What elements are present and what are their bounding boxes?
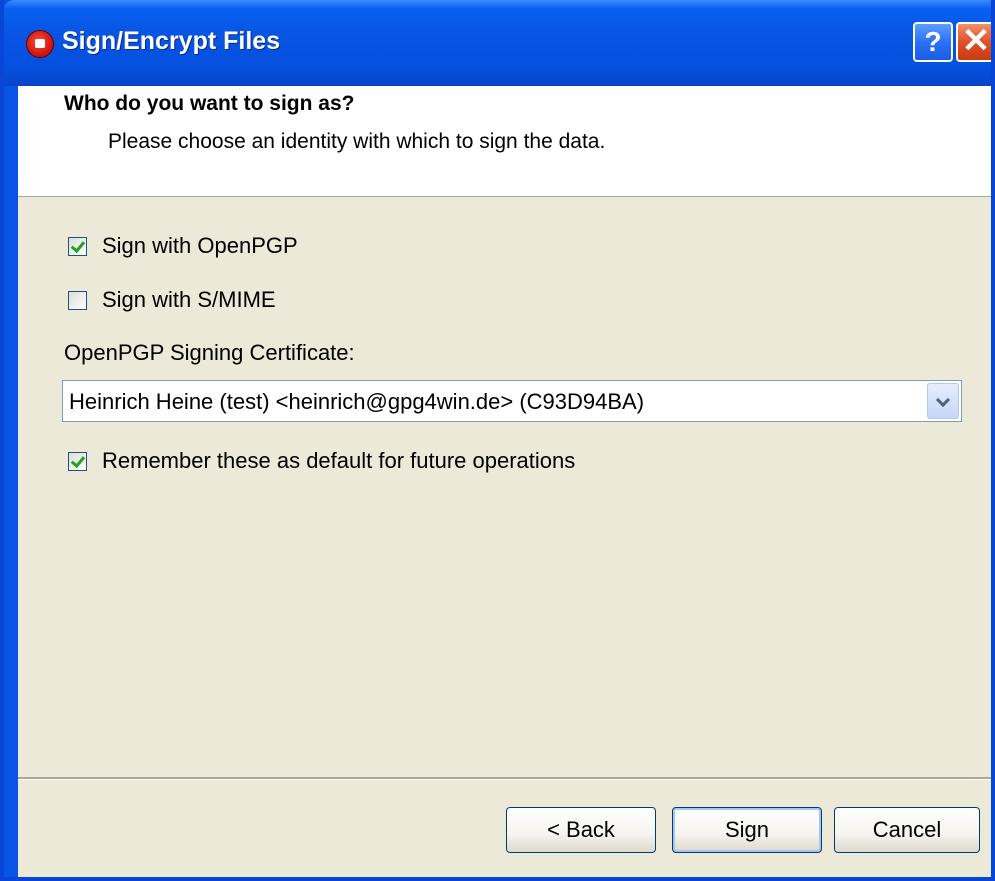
- back-button[interactable]: < Back: [506, 807, 656, 853]
- dialog-window: Sign/Encrypt Files ? ✕ Who do you want t…: [0, 0, 995, 881]
- remember-default-label[interactable]: Remember these as default for future ope…: [102, 448, 575, 474]
- wizard-content: Sign with OpenPGP Sign with S/MIME OpenP…: [18, 197, 991, 777]
- window-title: Sign/Encrypt Files: [62, 27, 281, 55]
- sign-smime-option[interactable]: Sign with S/MIME: [68, 287, 276, 313]
- certificate-select[interactable]: Heinrich Heine (test) <heinrich@gpg4win.…: [62, 380, 962, 422]
- app-icon: [26, 30, 54, 58]
- remember-default-checkbox[interactable]: [68, 451, 87, 471]
- page-title: Who do you want to sign as?: [64, 92, 355, 115]
- sign-button[interactable]: Sign: [672, 807, 822, 853]
- page-subtitle: Please choose an identity with which to …: [108, 130, 606, 153]
- remember-default-option[interactable]: Remember these as default for future ope…: [68, 448, 575, 474]
- certificate-label: OpenPGP Signing Certificate:: [64, 340, 355, 365]
- close-button[interactable]: ✕: [956, 22, 991, 62]
- sign-openpgp-option[interactable]: Sign with OpenPGP: [68, 233, 298, 259]
- wizard-footer: < Back Sign Cancel: [18, 780, 991, 877]
- title-bar[interactable]: Sign/Encrypt Files ? ✕: [4, 0, 991, 86]
- sign-smime-checkbox[interactable]: [68, 290, 87, 310]
- sign-openpgp-checkbox[interactable]: [68, 236, 87, 256]
- certificate-value[interactable]: Heinrich Heine (test) <heinrich@gpg4win.…: [69, 389, 644, 415]
- help-button[interactable]: ?: [913, 22, 953, 62]
- chevron-down-icon[interactable]: [927, 383, 959, 419]
- sign-smime-label[interactable]: Sign with S/MIME: [102, 287, 276, 313]
- cancel-button[interactable]: Cancel: [834, 807, 980, 853]
- wizard-header: Who do you want to sign as? Please choos…: [18, 86, 991, 196]
- sign-openpgp-label[interactable]: Sign with OpenPGP: [102, 233, 298, 259]
